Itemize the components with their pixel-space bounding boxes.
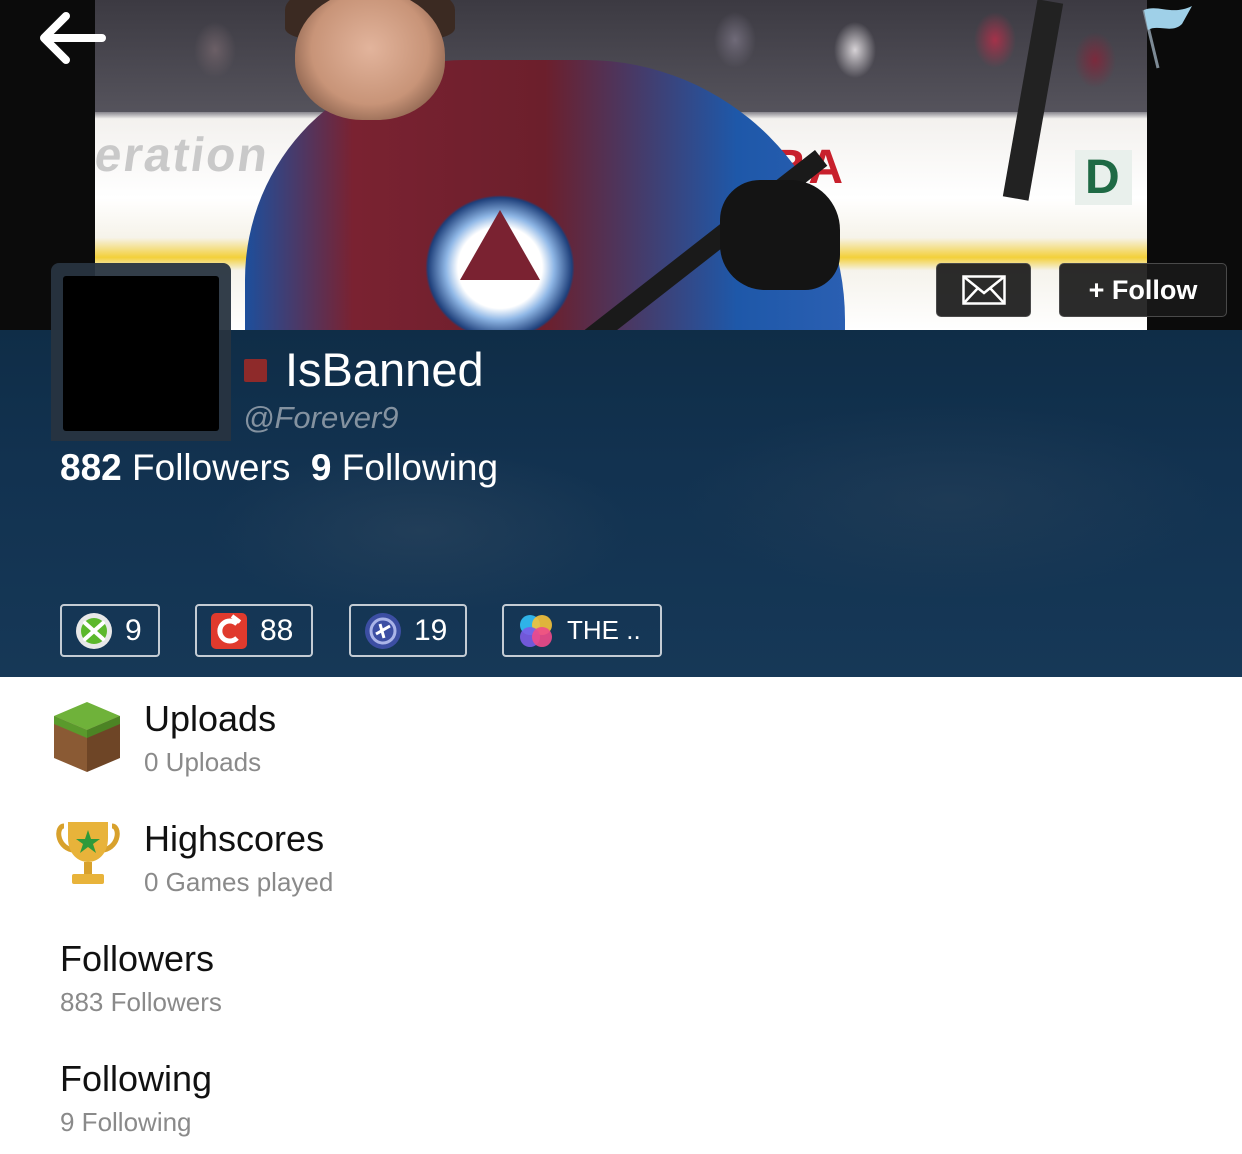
origin-icon (211, 612, 247, 649)
report-button[interactable] (1132, 2, 1196, 72)
following-row[interactable]: Following 9 Following (0, 1050, 1242, 1150)
highscores-title: Highscores (144, 818, 325, 859)
followers-stat[interactable]: 882 Followers (60, 447, 290, 488)
game-center-value: THE .. (567, 615, 641, 645)
following-subtitle: 9 Following (60, 1107, 192, 1137)
envelope-icon (961, 275, 1006, 305)
uploads-title: Uploads (144, 698, 277, 739)
uploads-row[interactable]: Uploads 0 Uploads (0, 690, 1242, 798)
board-text-left: eration (95, 129, 273, 182)
origin-value: 88 (260, 613, 294, 647)
follow-button[interactable]: + Follow (1059, 263, 1227, 317)
following-stat[interactable]: 9 Following (311, 447, 498, 488)
flag-icon (1142, 6, 1192, 69)
followers-subtitle: 883 Followers (60, 987, 222, 1017)
highscores-row[interactable]: Highscores 0 Games played (0, 810, 1242, 918)
message-button[interactable] (936, 263, 1031, 317)
user-handle: @Forever9 (243, 400, 399, 435)
trophy-icon (56, 822, 120, 884)
followers-count: 882 (60, 447, 122, 488)
hockey-glove (720, 180, 840, 290)
xbox-account-chip[interactable]: 9 (60, 604, 160, 657)
grass-block-icon (54, 702, 120, 772)
game-center-icon (520, 614, 552, 647)
uploads-subtitle: 0 Uploads (144, 747, 262, 777)
playstation-account-chip[interactable]: 19 (349, 604, 467, 657)
username: IsBanned (285, 343, 484, 396)
back-button[interactable] (34, 8, 108, 68)
following-label: Following (341, 447, 499, 488)
board-text-right: D (1075, 150, 1132, 205)
playstation-value: 19 (414, 613, 448, 647)
following-title: Following (60, 1058, 213, 1099)
follow-stats: 882 Followers 9 Following (60, 446, 498, 490)
player-head (295, 0, 445, 120)
status-indicator (244, 359, 267, 382)
game-center-account-chip[interactable]: THE .. (502, 604, 662, 657)
xbox-icon (76, 612, 112, 649)
origin-account-chip[interactable]: 88 (195, 604, 313, 657)
followers-label: Followers (132, 447, 291, 488)
playstation-icon (365, 612, 401, 649)
following-count: 9 (310, 447, 332, 488)
highscores-subtitle: 0 Games played (144, 867, 334, 897)
avatar[interactable] (63, 276, 219, 431)
followers-row[interactable]: Followers 883 Followers (0, 930, 1242, 1038)
back-arrow-icon (40, 12, 106, 64)
jersey-logo-letter (460, 210, 540, 280)
xbox-value: 9 (125, 613, 142, 647)
followers-title: Followers (60, 938, 215, 979)
